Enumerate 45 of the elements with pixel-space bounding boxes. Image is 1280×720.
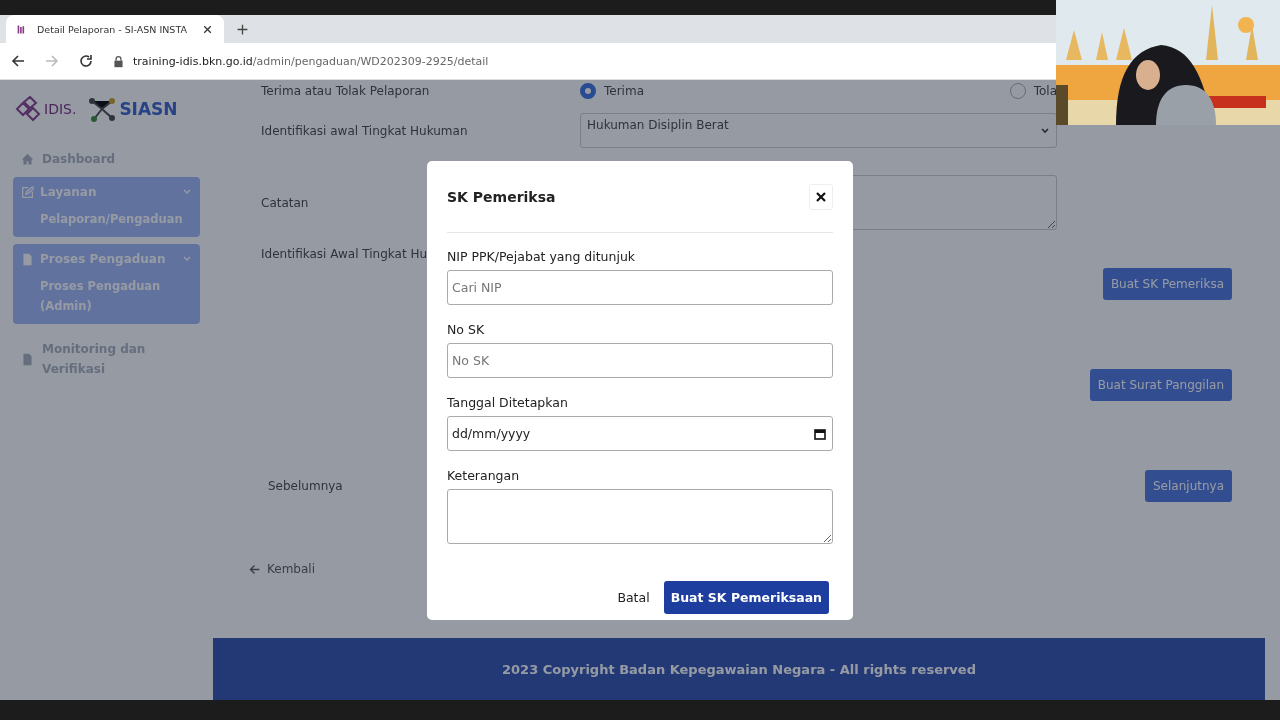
field-label: No SK (447, 321, 486, 339)
input-field[interactable]: No SK (447, 343, 833, 378)
radio-button[interactable] (1009, 83, 1026, 99)
field-label: Catatan (261, 195, 309, 210)
previous-link[interactable]: Sebelumnya (268, 479, 343, 493)
radio-label: Terima (604, 84, 644, 98)
input-field[interactable]: Cari NIP (447, 270, 833, 305)
close-icon (816, 191, 826, 202)
address-url[interactable]: training-idis.bkn.go.id/admin/pengaduan/WD202309-2925/detail (133, 54, 489, 68)
tab-title: Detail Pelaporan - SI-ASN INSTA (37, 23, 188, 35)
back-link[interactable]: Kembali (267, 562, 315, 576)
field-label: Identifikasi Awal Tingkat Hu (261, 247, 428, 261)
reload-icon[interactable] (78, 53, 94, 69)
next-button[interactable]: Selanjutnya (1145, 470, 1232, 502)
calendar-icon[interactable] (814, 427, 826, 440)
radio-button[interactable] (580, 83, 596, 99)
create-letter-button[interactable]: Buat Surat Panggilan (1089, 369, 1232, 401)
notes-field[interactable] (447, 489, 833, 544)
select-field[interactable]: Hukuman Disiplin Berat (580, 113, 1057, 148)
field-label: Tanggal Ditetapkan (447, 394, 569, 412)
footer-text: 2023 Copyright Badan Kepegawaian Negara - All rights reserved (502, 661, 976, 677)
field-label: Terima atau Tolak Pelaporan (261, 84, 430, 98)
create-sk-button[interactable]: Buat SK Pemeriksa (1102, 268, 1232, 300)
chevron-down-icon (1040, 126, 1050, 136)
file-icon (21, 352, 34, 366)
submit-button[interactable]: Buat SK Pemeriksaan (663, 581, 829, 614)
field-label: Identifikasi awal Tingkat Hukuman (261, 123, 468, 138)
modal-title: SK Pemeriksa (447, 188, 556, 205)
file-icon (21, 252, 34, 266)
home-icon (21, 152, 34, 166)
date-field[interactable]: dd/mm/yyyy (447, 416, 833, 451)
close-button[interactable] (809, 183, 833, 210)
browser-tab[interactable]: Detail Pelaporan - SI-ASN INSTA (6, 15, 224, 43)
back-arrow-icon (248, 562, 261, 576)
field-label: Keterangan (447, 467, 521, 485)
lock-icon (112, 54, 125, 68)
network-logo-icon (88, 95, 117, 123)
knot-logo-icon (15, 96, 41, 122)
back-arrow-icon[interactable] (10, 53, 26, 69)
field-label: NIP PPK/Pejabat yang ditunjuk (447, 248, 637, 266)
new-tab-icon[interactable] (236, 22, 249, 36)
edit-icon (21, 185, 34, 199)
radio-label: Tola (1033, 84, 1057, 98)
logo-text: SIASN (119, 99, 178, 119)
logo-text: IDIS. (44, 101, 77, 117)
